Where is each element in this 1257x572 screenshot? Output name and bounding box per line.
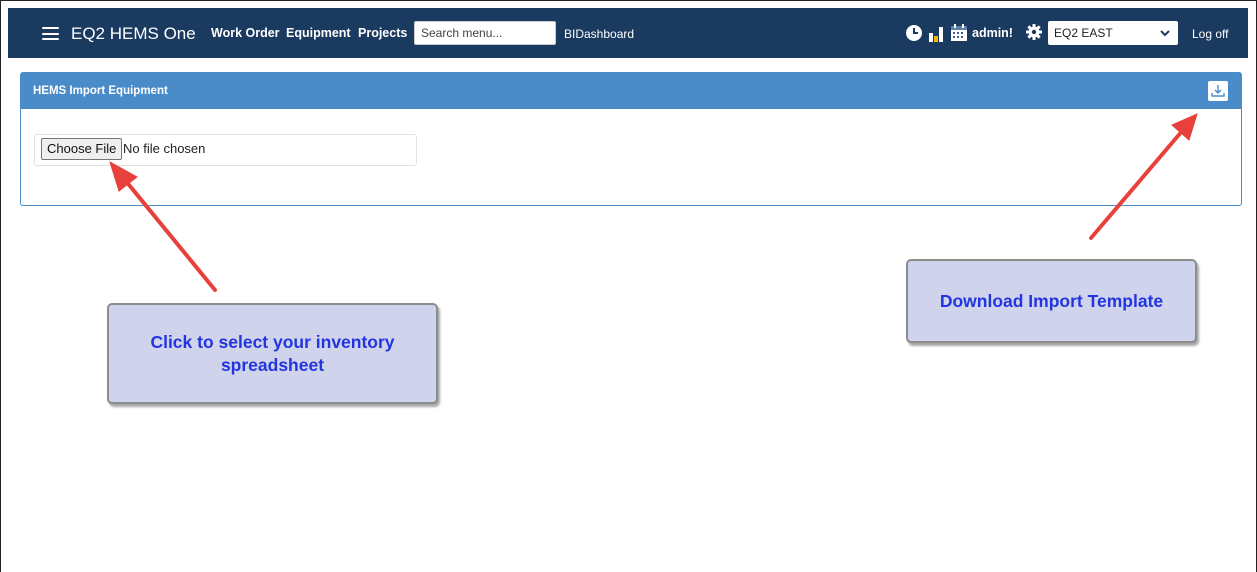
chart-icon[interactable] xyxy=(929,24,947,42)
callout-download-template: Download Import Template xyxy=(906,259,1197,343)
panel-title: HEMS Import Equipment xyxy=(33,85,168,97)
region-value: EQ2 EAST xyxy=(1054,26,1113,40)
search-menu-input[interactable] xyxy=(414,21,556,45)
calendar-icon[interactable] xyxy=(950,23,968,42)
callout-select-spreadsheet: Click to select your inventory spreadshe… xyxy=(107,303,438,404)
app-brand[interactable]: EQ2 HEMS One xyxy=(71,24,196,44)
nav-equipment[interactable]: Equipment xyxy=(286,26,351,40)
gear-icon[interactable] xyxy=(1026,24,1042,40)
menu-icon[interactable] xyxy=(42,27,59,40)
top-navbar: EQ2 HEMS One Work Order Equipment Projec… xyxy=(8,8,1248,58)
clock-icon[interactable] xyxy=(906,25,922,41)
logoff-link[interactable]: Log off xyxy=(1192,27,1228,41)
user-name[interactable]: admin! xyxy=(972,26,1013,40)
panel-header: HEMS Import Equipment xyxy=(21,73,1241,109)
import-panel: HEMS Import Equipment Choose File No fil… xyxy=(20,72,1242,206)
choose-file-button[interactable]: Choose File xyxy=(41,138,123,160)
nav-projects[interactable]: Projects xyxy=(358,26,407,40)
file-status-text: No file chosen xyxy=(123,141,206,156)
chevron-down-icon xyxy=(1160,30,1170,37)
region-select[interactable]: EQ2 EAST xyxy=(1048,21,1178,45)
nav-work-order[interactable]: Work Order xyxy=(211,26,280,40)
file-input-group: Choose File No file chosen xyxy=(34,134,417,166)
bi-dashboard-link[interactable]: BIDashboard xyxy=(564,27,634,41)
download-template-button[interactable] xyxy=(1208,81,1228,101)
download-icon xyxy=(1211,85,1225,97)
